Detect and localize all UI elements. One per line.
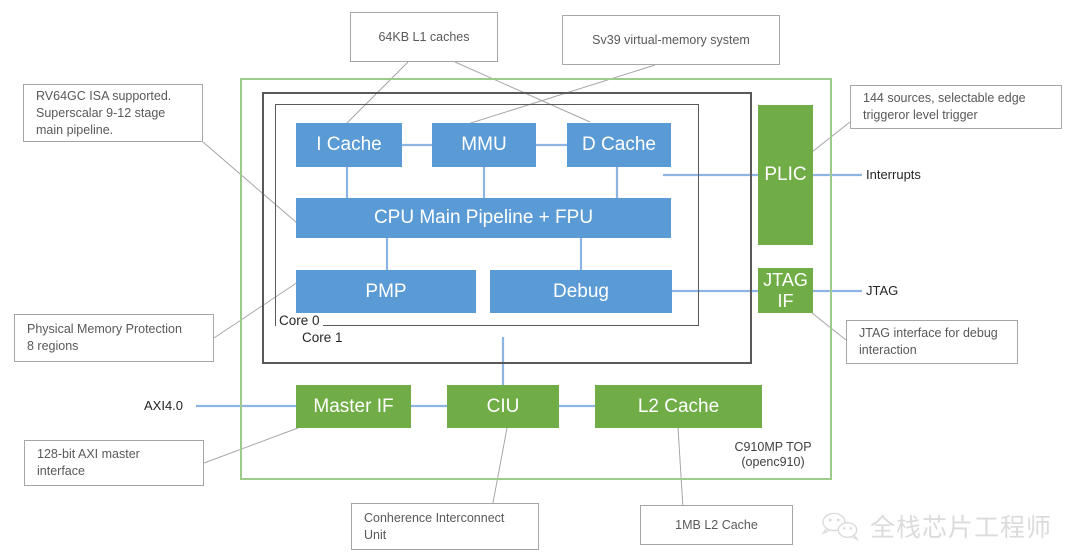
block-jtag-if[interactable]: JTAG IF xyxy=(758,268,813,313)
block-ciu[interactable]: CIU xyxy=(447,385,559,428)
port-label-jtag: JTAG xyxy=(866,283,899,298)
block-master-if[interactable]: Master IF xyxy=(296,385,411,428)
core-0-label: Core 0 xyxy=(276,313,323,328)
block-pmp-label: PMP xyxy=(365,280,407,302)
block-debug-label: Debug xyxy=(553,280,609,302)
block-i-cache[interactable]: I Cache xyxy=(296,123,402,167)
callout-ciu: Conherence Interconnect Unit xyxy=(351,503,539,550)
callout-l1-caches: 64KB L1 caches xyxy=(350,12,498,62)
callout-l2-cache: 1MB L2 Cache xyxy=(640,505,793,545)
block-l2-cache-label: L2 Cache xyxy=(637,395,720,417)
diagram-canvas: C910MP TOP (openc910) Core 1 Core 0 I Ca… xyxy=(0,0,1080,560)
callout-pmp: Physical Memory Protection 8 regions xyxy=(14,314,214,362)
block-debug[interactable]: Debug xyxy=(490,270,672,313)
callout-isa-text: RV64GC ISA supported. Superscalar 9-12 s… xyxy=(36,88,172,137)
block-mmu[interactable]: MMU xyxy=(432,123,536,167)
block-plic-label: PLIC xyxy=(764,164,807,186)
callout-plic-sources: 144 sources, selectable edge triggeror l… xyxy=(850,85,1062,129)
block-d-cache-label: D Cache xyxy=(582,134,656,156)
chip-top-label: C910MP TOP (openc910) xyxy=(734,440,812,469)
block-master-if-label: Master IF xyxy=(313,395,394,417)
block-i-cache-label: I Cache xyxy=(316,134,382,156)
callout-plic-sources-text: 144 sources, selectable edge triggeror l… xyxy=(863,91,1026,122)
callout-axi-master: 128-bit AXI master interface xyxy=(24,440,204,486)
watermark-text: 全栈芯片工程师 xyxy=(870,513,1053,542)
callout-jtag-debug-text: JTAG interface for debug interaction xyxy=(859,326,998,357)
block-ciu-label: CIU xyxy=(486,395,520,417)
core-1-label: Core 1 xyxy=(299,330,346,345)
block-d-cache[interactable]: D Cache xyxy=(567,123,671,167)
callout-axi-master-text: 128-bit AXI master interface xyxy=(37,447,140,478)
callout-l1-caches-text: 64KB L1 caches xyxy=(378,29,470,44)
port-label-axi: AXI4.0 xyxy=(144,398,184,413)
callout-sv39: Sv39 virtual-memory system xyxy=(562,15,780,65)
callout-ciu-text: Conherence Interconnect Unit xyxy=(364,510,505,542)
callout-isa: RV64GC ISA supported. Superscalar 9-12 s… xyxy=(23,84,203,142)
block-cpu-main-pipeline-label: CPU Main Pipeline + FPU xyxy=(373,207,594,229)
port-label-interrupts: Interrupts xyxy=(866,167,921,182)
callout-pmp-text: Physical Memory Protection 8 regions xyxy=(27,322,182,353)
block-pmp[interactable]: PMP xyxy=(296,270,476,313)
wechat-watermark: 全栈芯片工程师 xyxy=(820,508,1052,544)
callout-l2-cache-text: 1MB L2 Cache xyxy=(675,517,758,532)
block-l2-cache[interactable]: L2 Cache xyxy=(595,385,762,428)
block-jtag-if-label: JTAG IF xyxy=(763,270,808,311)
block-plic[interactable]: PLIC xyxy=(758,105,813,245)
wechat-icon xyxy=(821,512,860,541)
callout-sv39-text: Sv39 virtual-memory system xyxy=(592,32,750,47)
callout-jtag-debug: JTAG interface for debug interaction xyxy=(846,320,1018,364)
block-cpu-main-pipeline[interactable]: CPU Main Pipeline + FPU xyxy=(296,198,671,238)
block-mmu-label: MMU xyxy=(461,134,507,156)
